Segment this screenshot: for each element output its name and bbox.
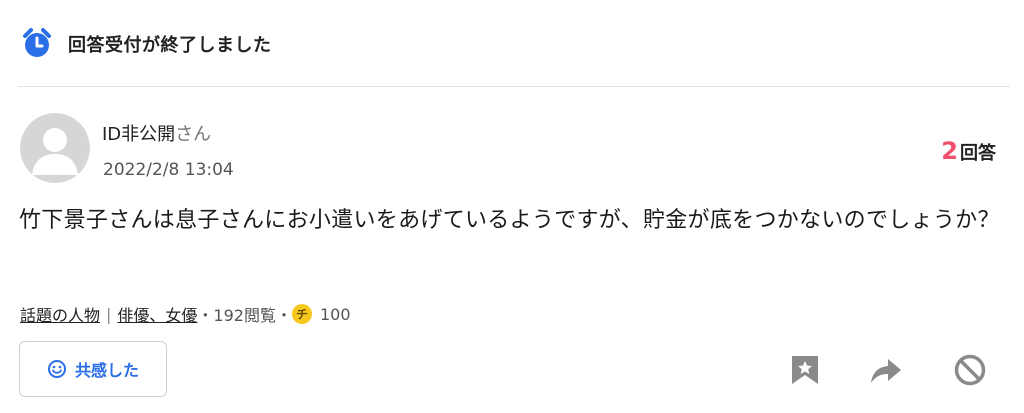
- user-honorific: さん: [175, 124, 212, 145]
- view-count: ・192閲覧・: [197, 306, 292, 325]
- empathy-button[interactable]: 共感した: [19, 341, 167, 397]
- share-icon[interactable]: [869, 353, 903, 387]
- coin-value: 100: [319, 304, 351, 324]
- divider: [18, 86, 1010, 87]
- smile-icon: [47, 360, 66, 378]
- answer-count[interactable]: 2 回答: [941, 137, 996, 165]
- post-date: 2022/2/8 13:04: [103, 160, 234, 180]
- alarm-clock-icon: [22, 27, 52, 59]
- answer-count-label: 回答: [960, 143, 996, 164]
- user-id[interactable]: ID非公開: [102, 124, 175, 145]
- bookmark-icon[interactable]: [788, 353, 822, 387]
- closed-banner: 回答受付が終了しました: [0, 0, 1024, 86]
- avatar[interactable]: [20, 113, 90, 183]
- category-link-actor-actress[interactable]: 俳優、女優: [117, 302, 197, 326]
- empathy-label: 共感した: [74, 361, 139, 380]
- chiebukuro-coin-icon: チ: [291, 304, 312, 324]
- category-link-topic-person[interactable]: 話題の人物: [20, 302, 100, 326]
- category-separator: |: [106, 304, 112, 324]
- answer-count-number: 2: [941, 137, 958, 165]
- block-icon[interactable]: [953, 353, 987, 387]
- question-meta: 話題の人物 | 俳優、女優 ・192閲覧・ チ 100: [20, 302, 351, 326]
- closed-banner-text: 回答受付が終了しました: [68, 35, 272, 56]
- coin-label: チ: [296, 308, 308, 322]
- user-name[interactable]: ID非公開さん: [102, 120, 211, 146]
- question-card: 回答受付が終了しました ID非公開さん 2022/2/8 13:04 2 回答 竹…: [0, 0, 1024, 413]
- question-body: 竹下景子さんは息子さんにお小遣いをあげているようですが、貯金が底をつかないのでし…: [19, 208, 1000, 233]
